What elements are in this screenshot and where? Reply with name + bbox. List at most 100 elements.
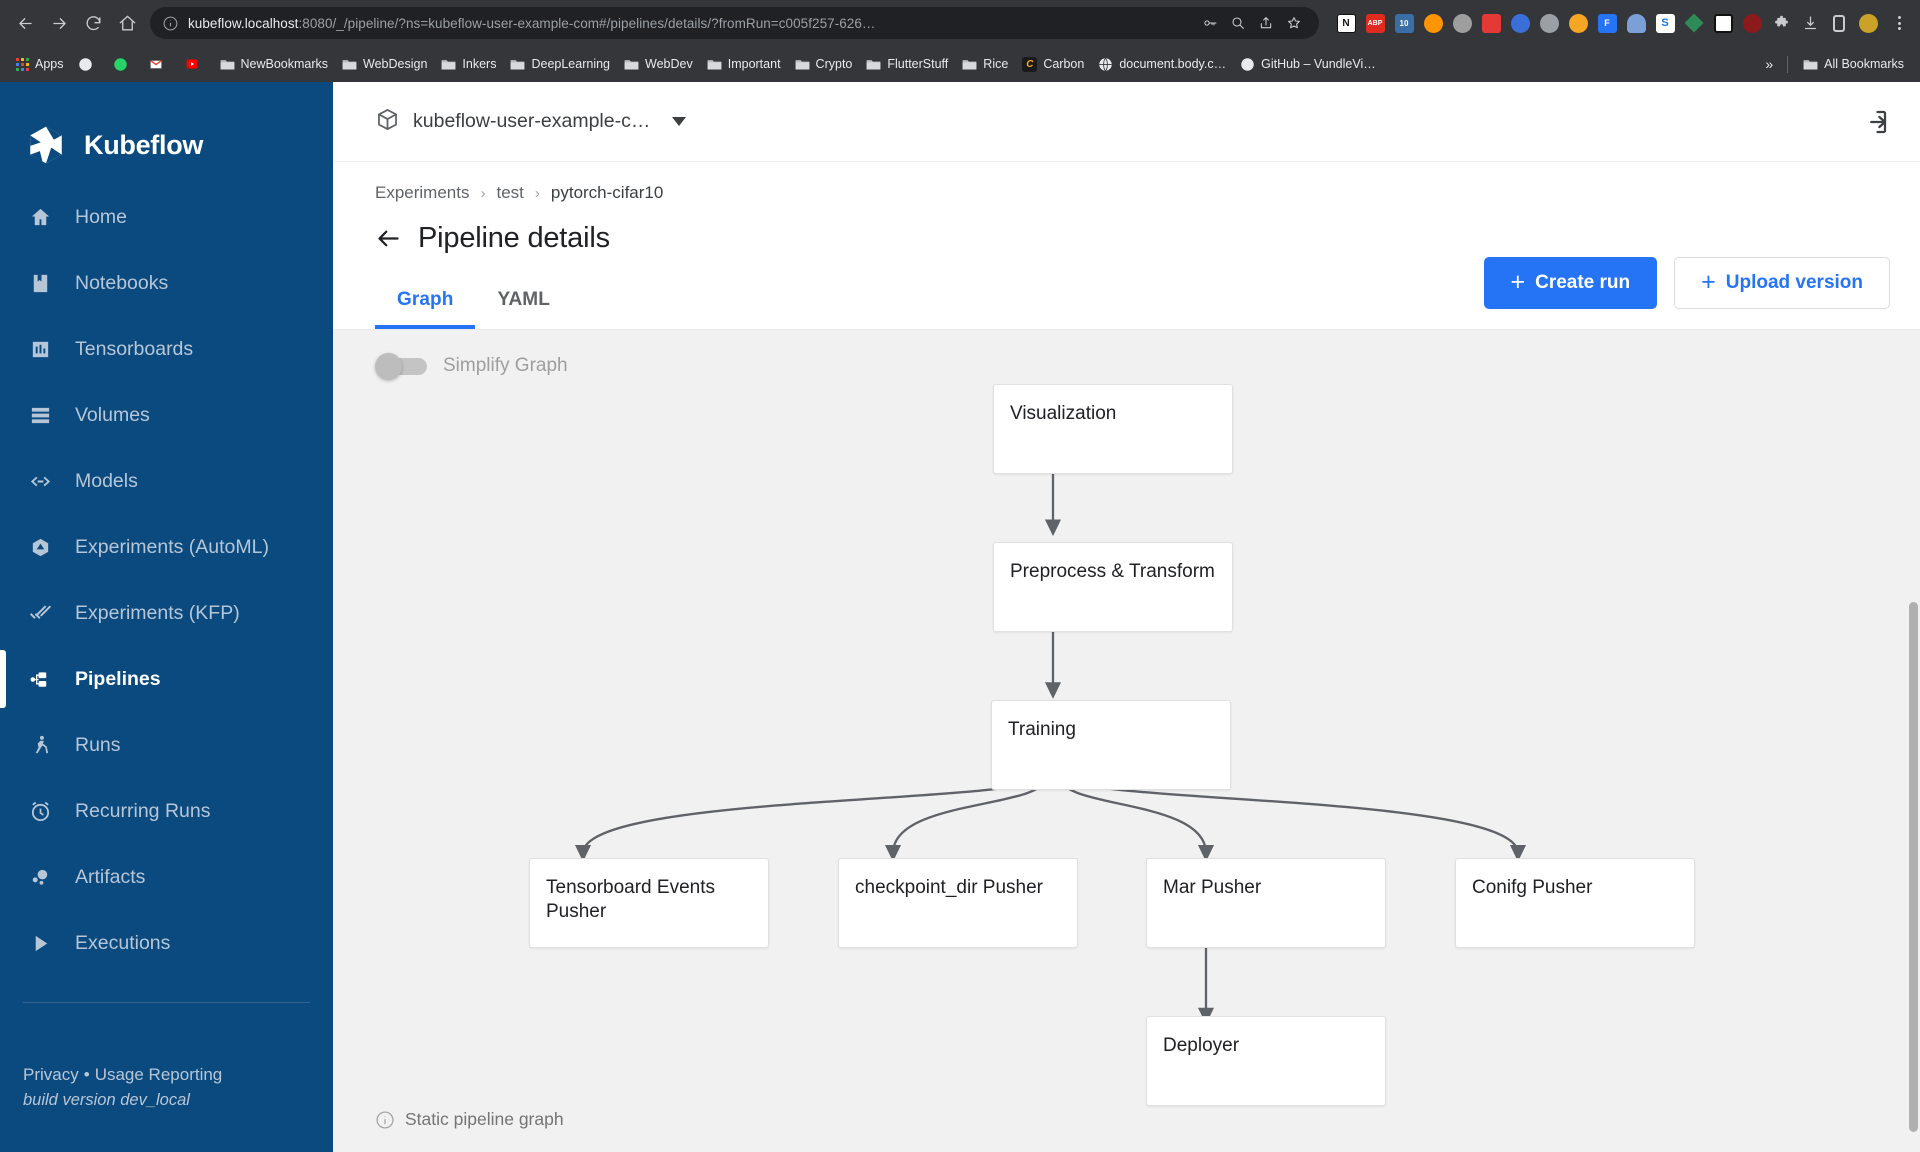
profile-avatar-icon[interactable] (1855, 10, 1881, 36)
graph-node-preprocess[interactable]: Preprocess & Transform (993, 542, 1233, 632)
bookmark-label: WebDev (645, 57, 693, 71)
browser-nav-row: kubeflow.localhost:8080/_/pipeline/?ns=k… (0, 0, 1920, 46)
bookmark-carbon[interactable]: C Carbon (1015, 53, 1091, 76)
bookmark-label: All Bookmarks (1824, 57, 1904, 71)
sidebar-item-models[interactable]: Models (0, 448, 333, 514)
graph-node-mar-pusher[interactable]: Mar Pusher (1146, 858, 1386, 948)
bookmark-folder-important[interactable]: Important (700, 53, 788, 75)
sidebar-item-experiments-kfp[interactable]: Experiments (KFP) (0, 580, 333, 646)
create-run-button[interactable]: + Create run (1483, 257, 1658, 309)
forward-arrow-icon[interactable] (42, 6, 76, 40)
sims-plumbob-icon[interactable] (1681, 10, 1707, 36)
bookmarks-overflow-icon[interactable]: » (1759, 56, 1779, 72)
chevron-down-icon[interactable] (672, 117, 687, 126)
bookmark-folder-newbookmarks[interactable]: NewBookmarks (213, 53, 336, 75)
bookmark-all-bookmarks[interactable]: All Bookmarks (1796, 53, 1911, 75)
bookmark-folder-deeplearning[interactable]: DeepLearning (503, 53, 617, 75)
sidebar-item-label: Tensorboards (75, 337, 194, 360)
bookmark-folder-inkers[interactable]: Inkers (434, 53, 503, 75)
graph-node-tensorboard-events-pusher[interactable]: Tensorboard Events Pusher (529, 858, 769, 948)
usage-reporting-link[interactable]: Usage Reporting (95, 1065, 223, 1084)
node-label: Training (1008, 719, 1076, 740)
firefox-containers-icon[interactable] (1420, 10, 1446, 36)
tab-graph[interactable]: Graph (375, 277, 476, 329)
upload-version-button[interactable]: + Upload version (1674, 257, 1890, 309)
ublock-origin-icon[interactable] (1739, 10, 1765, 36)
settings-gear-icon[interactable] (1536, 10, 1562, 36)
graph-canvas[interactable]: Simplify Graph Visualization Preprocess … (333, 330, 1920, 1152)
sidebar-item-experiments-automl[interactable]: Experiments (AutoML) (0, 514, 333, 580)
sidebar-item-artifacts[interactable]: Artifacts (0, 844, 333, 910)
key-icon[interactable] (1197, 10, 1223, 36)
bookmark-label: WebDesign (363, 57, 428, 71)
pocket-icon[interactable] (1710, 10, 1736, 36)
ghostery-icon[interactable] (1623, 10, 1649, 36)
downloads-icon[interactable] (1797, 10, 1823, 36)
reload-icon[interactable] (76, 6, 110, 40)
back-arrow-icon[interactable] (8, 6, 42, 40)
graph-node-training[interactable]: Training (991, 700, 1231, 790)
bookmark-label: Rice (983, 57, 1009, 71)
address-bar[interactable]: kubeflow.localhost:8080/_/pipeline/?ns=k… (150, 7, 1319, 39)
brand[interactable]: Kubeflow (0, 82, 333, 178)
sidebar-item-volumes[interactable]: Volumes (0, 382, 333, 448)
share-icon[interactable] (1253, 10, 1279, 36)
namespace-selector[interactable]: kubeflow-user-example-c… (375, 107, 687, 137)
bookmark-folder-flutterstuff[interactable]: FlutterStuff (859, 53, 955, 75)
sidebar-item-executions[interactable]: Executions (0, 910, 333, 976)
bookmark-folder-rice[interactable]: Rice (955, 53, 1015, 75)
privacy-link[interactable]: Privacy (23, 1065, 79, 1084)
bookmark-youtube[interactable] (177, 54, 213, 74)
bookmark-whatsapp[interactable] (106, 53, 141, 76)
sidebar-item-label: Notebooks (75, 271, 169, 294)
tab-yaml[interactable]: YAML (475, 277, 571, 329)
bar-chart-icon (27, 338, 54, 361)
home-icon[interactable] (110, 6, 144, 40)
search-icon[interactable] (1225, 10, 1251, 36)
bookmark-github-1[interactable] (71, 53, 106, 76)
alarm-clock-icon (27, 800, 54, 823)
adblock-plus-icon[interactable]: ABP (1362, 10, 1388, 36)
sidebar-item-home[interactable]: Home (0, 184, 333, 250)
checker-plus-icon[interactable] (1478, 10, 1504, 36)
graph-node-conifg-pusher[interactable]: Conifg Pusher (1455, 858, 1695, 948)
stylus-icon[interactable]: S (1652, 10, 1678, 36)
bookmark-folder-webdev[interactable]: WebDev (617, 53, 700, 75)
bookmarks-bar: Apps NewBookmarks WebDesign Inkers DeepL… (0, 46, 1920, 82)
browser-chrome: kubeflow.localhost:8080/_/pipeline/?ns=k… (0, 0, 1920, 82)
logout-button[interactable] (1860, 107, 1890, 137)
honey-icon[interactable] (1565, 10, 1591, 36)
figma-icon[interactable]: F (1594, 10, 1620, 36)
bookmark-apps[interactable]: Apps (9, 53, 71, 75)
browser-menu-icon[interactable] (1886, 10, 1912, 36)
bookmark-folder-crypto[interactable]: Crypto (788, 53, 860, 75)
privacy-badger-icon[interactable] (1449, 10, 1475, 36)
sidebar-item-runs[interactable]: Runs (0, 712, 333, 778)
breadcrumb-item-test[interactable]: test (496, 183, 523, 203)
graph-node-visualization[interactable]: Visualization (993, 384, 1233, 474)
wifi-signal-icon[interactable] (1507, 10, 1533, 36)
graph-node-checkpoint-dir-pusher[interactable]: checkpoint_dir Pusher (838, 858, 1078, 948)
star-icon[interactable] (1281, 10, 1307, 36)
sidebar-item-recurring-runs[interactable]: Recurring Runs (0, 778, 333, 844)
reader-mode-icon[interactable] (1826, 10, 1852, 36)
site-info-icon[interactable] (162, 15, 179, 32)
bookmark-gmail[interactable] (141, 54, 177, 75)
arrow-left-icon[interactable] (375, 225, 402, 252)
sidebar-item-tensorboards[interactable]: Tensorboards (0, 316, 333, 382)
brand-name: Kubeflow (84, 129, 204, 160)
extensions-puzzle-icon[interactable] (1768, 10, 1794, 36)
vertical-scrollbar[interactable] (1909, 602, 1918, 1132)
sidebar-item-pipelines[interactable]: Pipelines (0, 646, 333, 712)
onetab-icon[interactable]: 10 (1391, 10, 1417, 36)
notion-icon[interactable]: N (1333, 10, 1359, 36)
url-rest: :8080/_/pipeline/?ns=kubeflow-user-examp… (298, 15, 876, 31)
bookmark-document-body[interactable]: document.body.c… (1091, 53, 1233, 76)
sidebar-item-notebooks[interactable]: Notebooks (0, 250, 333, 316)
breadcrumb-item-experiments[interactable]: Experiments (375, 183, 469, 203)
bookmark-github-vundle[interactable]: GitHub – VundleVi… (1233, 53, 1383, 76)
bookmark-folder-webdesign[interactable]: WebDesign (335, 53, 434, 75)
runner-icon (27, 734, 54, 757)
breadcrumb-item-current: pytorch-cifar10 (550, 183, 664, 202)
graph-node-deployer[interactable]: Deployer (1146, 1016, 1386, 1106)
